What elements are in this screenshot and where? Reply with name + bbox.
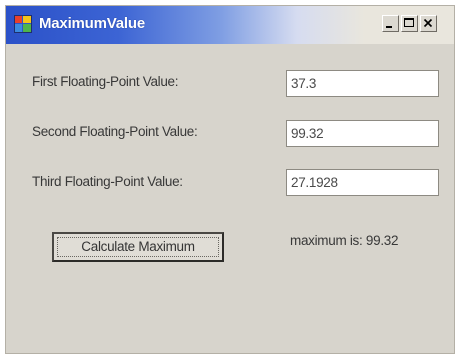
minimize-icon bbox=[386, 26, 392, 28]
title-bar[interactable]: MaximumValue bbox=[6, 6, 454, 44]
second-value-input[interactable] bbox=[286, 120, 439, 147]
maximize-button[interactable] bbox=[401, 15, 418, 32]
close-icon bbox=[423, 18, 433, 28]
third-value-input[interactable] bbox=[286, 169, 439, 196]
maximum-result-label: maximum is: 99.32 bbox=[290, 233, 399, 248]
calculate-maximum-button[interactable]: Calculate Maximum bbox=[52, 232, 224, 262]
application-window: MaximumValue First Floating-Point Value:… bbox=[5, 5, 455, 354]
maximize-icon bbox=[404, 18, 414, 27]
calculate-maximum-label: Calculate Maximum bbox=[81, 239, 195, 254]
second-value-label: Second Floating-Point Value: bbox=[32, 124, 198, 139]
close-button[interactable] bbox=[420, 15, 437, 32]
first-value-label: First Floating-Point Value: bbox=[32, 74, 179, 89]
minimize-button[interactable] bbox=[382, 15, 399, 32]
first-value-input[interactable] bbox=[286, 70, 439, 97]
form-icon bbox=[14, 15, 32, 33]
third-value-label: Third Floating-Point Value: bbox=[32, 174, 183, 189]
window-title: MaximumValue bbox=[39, 15, 145, 32]
